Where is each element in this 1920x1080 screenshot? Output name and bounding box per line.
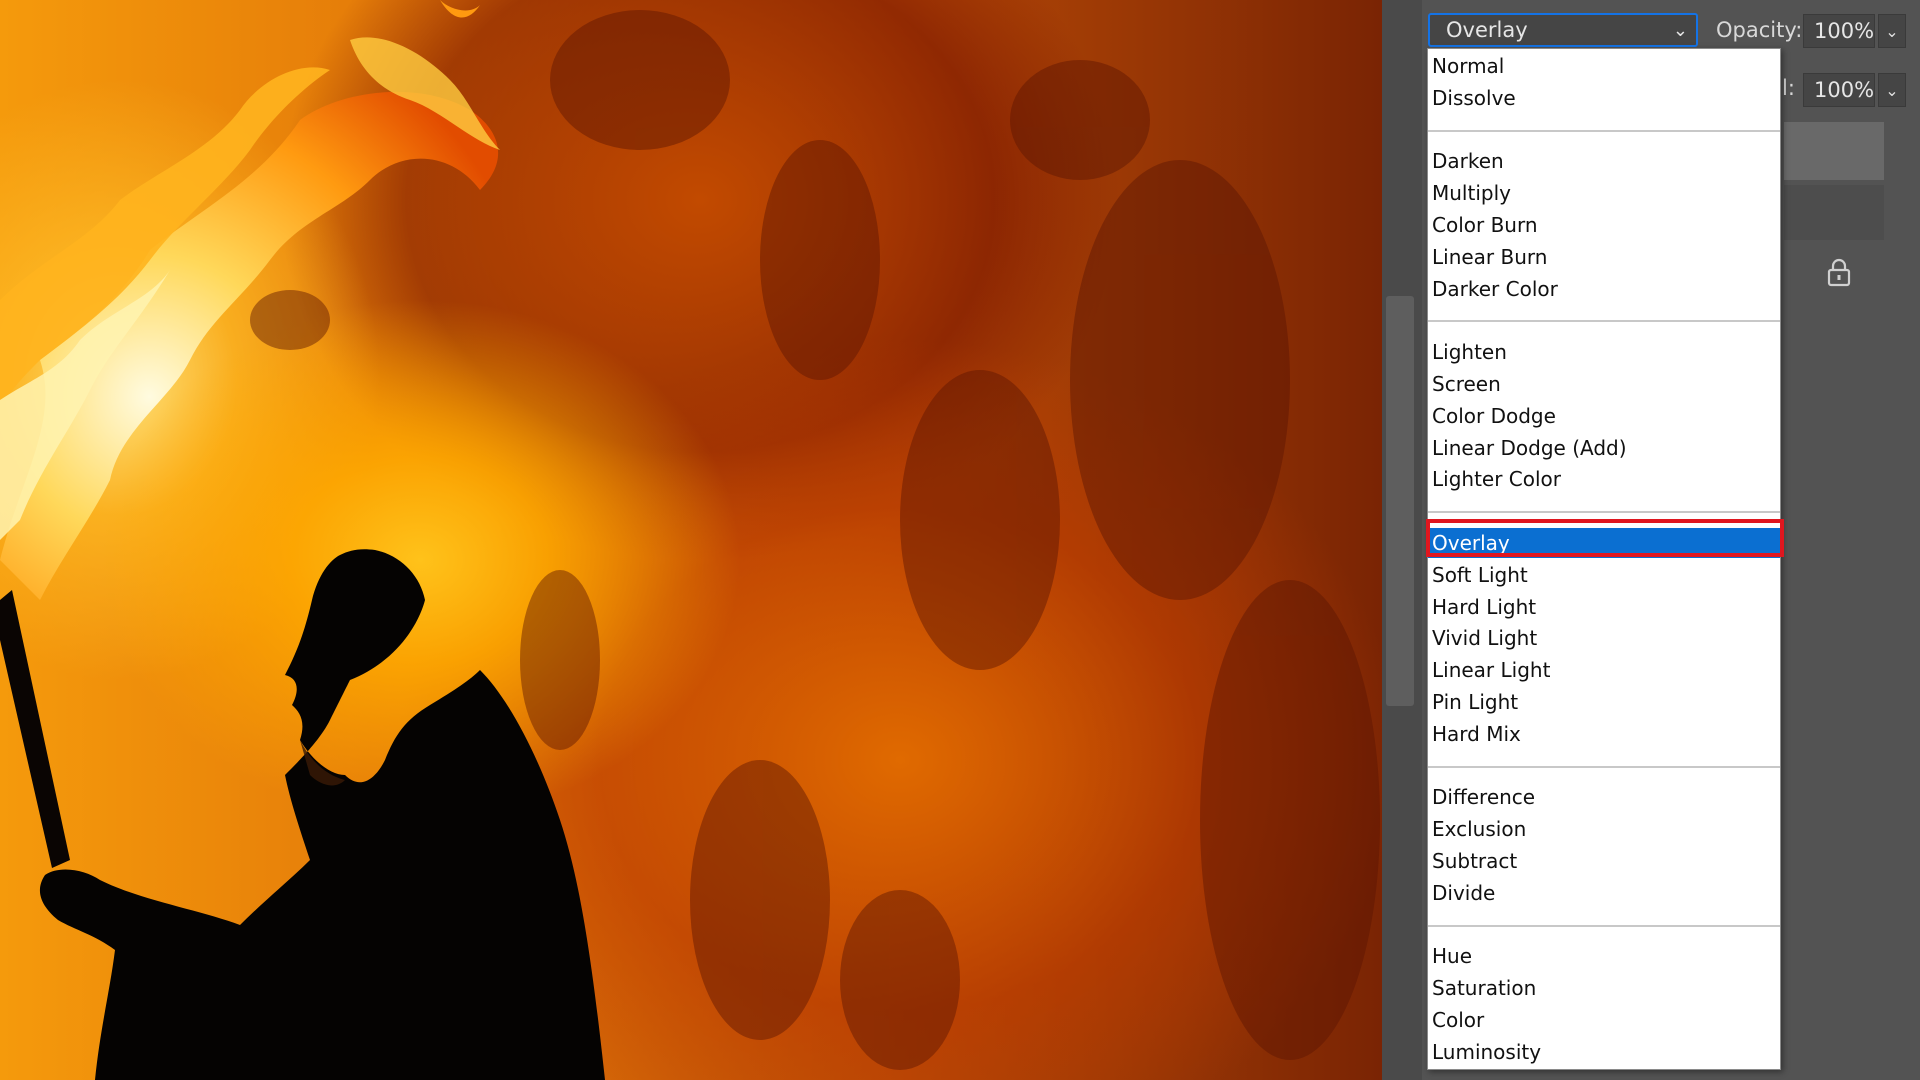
chevron-down-icon: ⌄ bbox=[1672, 20, 1688, 41]
menu-item-linear-burn[interactable]: Linear Burn bbox=[1428, 242, 1780, 272]
menu-separator bbox=[1428, 924, 1780, 927]
menu-item-hard-mix[interactable]: Hard Mix bbox=[1428, 719, 1780, 749]
menu-item-linear-dodge-add[interactable]: Linear Dodge (Add) bbox=[1428, 433, 1780, 463]
menu-item-lighten[interactable]: Lighten bbox=[1428, 337, 1780, 367]
menu-item-linear-light[interactable]: Linear Light bbox=[1428, 655, 1780, 685]
menu-item-subtract[interactable]: Subtract bbox=[1428, 846, 1780, 876]
menu-item-difference[interactable]: Difference bbox=[1428, 782, 1780, 812]
lock-icon[interactable] bbox=[1826, 257, 1852, 287]
menu-separator bbox=[1428, 129, 1780, 132]
menu-item-overlay[interactable]: Overlay bbox=[1428, 528, 1780, 558]
menu-item-darken[interactable]: Darken bbox=[1428, 146, 1780, 176]
menu-item-screen[interactable]: Screen bbox=[1428, 369, 1780, 399]
fill-label: l: bbox=[1782, 76, 1795, 100]
menu-item-pin-light[interactable]: Pin Light bbox=[1428, 687, 1780, 717]
fill-field[interactable]: 100% bbox=[1803, 73, 1875, 107]
blend-mode-menu: Normal Dissolve Darken Multiply Color Burn Li… bbox=[1427, 48, 1781, 1070]
torch-handle bbox=[0, 590, 70, 868]
blend-mode-value: Overlay bbox=[1446, 18, 1528, 42]
menu-separator bbox=[1428, 511, 1780, 514]
menu-separator bbox=[1428, 320, 1780, 323]
menu-separator bbox=[1428, 765, 1780, 768]
layer-row-selected[interactable] bbox=[1784, 122, 1884, 180]
menu-item-soft-light[interactable]: Soft Light bbox=[1428, 560, 1780, 590]
document-canvas[interactable] bbox=[0, 0, 1382, 1080]
menu-item-divide[interactable]: Divide bbox=[1428, 878, 1780, 908]
menu-item-exclusion[interactable]: Exclusion bbox=[1428, 814, 1780, 844]
opacity-label: Opacity: bbox=[1716, 18, 1803, 42]
layer-row[interactable] bbox=[1784, 185, 1884, 240]
torch-flame bbox=[0, 0, 500, 601]
scrollbar-thumb[interactable] bbox=[1386, 296, 1414, 706]
menu-item-normal[interactable]: Normal bbox=[1428, 51, 1780, 81]
opacity-dropdown-button[interactable]: ⌄ bbox=[1878, 14, 1906, 48]
figure-silhouette bbox=[39, 549, 605, 1080]
menu-item-hue[interactable]: Hue bbox=[1428, 941, 1780, 971]
menu-item-vivid-light[interactable]: Vivid Light bbox=[1428, 623, 1780, 653]
menu-item-luminosity[interactable]: Luminosity bbox=[1428, 1037, 1780, 1067]
menu-item-saturation[interactable]: Saturation bbox=[1428, 973, 1780, 1003]
menu-item-multiply[interactable]: Multiply bbox=[1428, 178, 1780, 208]
fill-value: 100% bbox=[1814, 78, 1875, 102]
opacity-field[interactable]: 100% bbox=[1803, 14, 1875, 48]
chevron-down-icon: ⌄ bbox=[1885, 80, 1899, 100]
artwork bbox=[0, 0, 1380, 1080]
menu-item-color-dodge[interactable]: Color Dodge bbox=[1428, 401, 1780, 431]
menu-item-color[interactable]: Color bbox=[1428, 1005, 1780, 1035]
fill-dropdown-button[interactable]: ⌄ bbox=[1878, 73, 1906, 107]
menu-item-dissolve[interactable]: Dissolve bbox=[1428, 83, 1780, 113]
menu-item-darker-color[interactable]: Darker Color bbox=[1428, 274, 1780, 304]
chevron-down-icon: ⌄ bbox=[1885, 21, 1899, 41]
menu-item-color-burn[interactable]: Color Burn bbox=[1428, 210, 1780, 240]
opacity-value: 100% bbox=[1814, 19, 1875, 43]
menu-item-hard-light[interactable]: Hard Light bbox=[1428, 592, 1780, 622]
menu-item-lighter-color[interactable]: Lighter Color bbox=[1428, 464, 1780, 494]
blend-mode-select[interactable]: Overlay ⌄ bbox=[1428, 13, 1698, 47]
